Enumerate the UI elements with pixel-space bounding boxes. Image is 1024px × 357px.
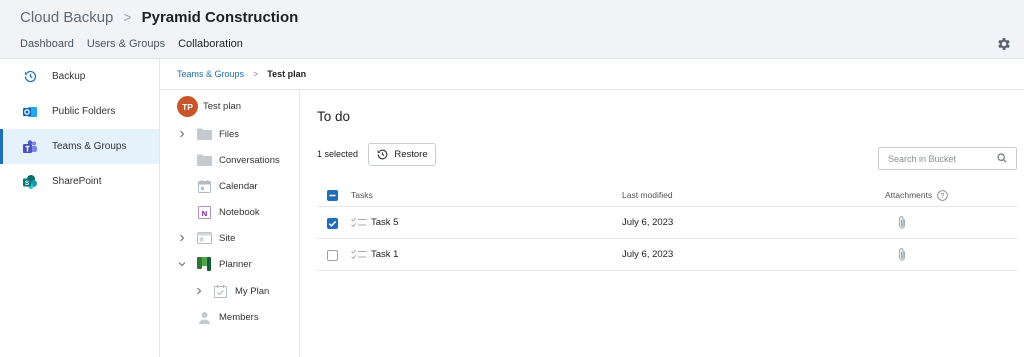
tree-item-label: Members — [219, 311, 259, 323]
tree-item-my-plan[interactable]: My Plan — [194, 282, 269, 300]
search-placeholder: Search in Bucket — [888, 153, 957, 164]
tree-item-notebook[interactable]: N Notebook — [196, 203, 260, 221]
column-header-tasks[interactable]: Tasks — [351, 184, 373, 206]
tree-root-test-plan[interactable]: TP Test plan — [177, 96, 241, 117]
planner-icon — [196, 257, 212, 271]
nav-tab-collaboration[interactable]: Collaboration — [178, 38, 243, 50]
tree-item-site[interactable]: Site — [177, 229, 235, 247]
avatar: TP — [177, 96, 198, 117]
breadcrumb-current: Test plan — [267, 69, 307, 79]
tree-item-label: Calendar — [219, 180, 258, 192]
sharepoint-icon: S — [22, 174, 38, 190]
page-title: To do — [317, 109, 351, 124]
sidebar-item-backup[interactable]: Backup — [0, 59, 159, 94]
svg-text:S: S — [25, 180, 30, 187]
task-name[interactable]: Task 5 — [371, 217, 398, 228]
main-panel: To do 1 selected Restore Search in Bucke… — [300, 90, 1024, 357]
restore-label: Restore — [394, 149, 428, 160]
tree-item-label: Notebook — [219, 206, 260, 218]
selection-count: 1 selected — [317, 149, 359, 159]
task-list-icon — [351, 249, 366, 260]
tree-item-conversations[interactable]: Conversations — [196, 151, 280, 169]
restore-button[interactable]: Restore — [368, 143, 436, 166]
tree-root-label: Test plan — [203, 101, 242, 112]
folder-icon — [196, 127, 212, 141]
tree-item-label: Site — [219, 232, 236, 244]
gear-icon[interactable] — [996, 36, 1012, 52]
select-all-checkbox[interactable] — [327, 190, 338, 201]
sidebar-item-label: Backup — [52, 71, 86, 82]
task-name[interactable]: Task 1 — [371, 249, 398, 260]
column-header-attachments[interactable]: Attachments ? — [885, 184, 949, 206]
sidebar-item-sharepoint[interactable]: S SharePoint — [0, 164, 159, 199]
top-navigation: Dashboard Users & Groups Collaboration — [20, 38, 256, 50]
outlook-icon — [22, 104, 38, 120]
app-breadcrumb: Cloud Backup > Pyramid Construction — [20, 7, 298, 27]
app-header: Cloud Backup > Pyramid Construction Dash… — [0, 0, 1024, 59]
row-checkbox[interactable] — [327, 250, 338, 261]
paperclip-icon[interactable] — [897, 239, 907, 270]
tree-item-files[interactable]: Files — [177, 125, 239, 143]
column-header-last-modified[interactable]: Last modified — [622, 184, 673, 206]
table-header: Tasks Last modified Attachments ? — [317, 184, 1017, 207]
svg-text:N: N — [201, 208, 206, 217]
nav-tab-users-groups[interactable]: Users & Groups — [87, 38, 165, 50]
task-name-cell: Task 5 — [351, 207, 398, 238]
person-icon — [196, 310, 212, 324]
table-row[interactable]: Task 1 July 6, 2023 — [317, 239, 1017, 271]
tree-item-planner[interactable]: Planner — [177, 255, 252, 273]
site-icon — [196, 231, 212, 245]
chevron-down-icon[interactable] — [177, 259, 187, 269]
sidebar-item-label: SharePoint — [52, 176, 102, 187]
history-icon — [22, 69, 38, 85]
sidebar-item-public-folders[interactable]: Public Folders — [0, 94, 159, 129]
search-icon[interactable] — [997, 153, 1007, 165]
tree-item-label: Conversations — [219, 154, 280, 166]
task-name-cell: Task 1 — [351, 239, 398, 270]
app-name-link[interactable]: Cloud Backup — [20, 9, 113, 26]
row-checkbox[interactable] — [327, 218, 338, 229]
paperclip-icon[interactable] — [897, 207, 907, 238]
sidebar-item-label: Public Folders — [52, 106, 116, 117]
breadcrumb-link-teams-groups[interactable]: Teams & Groups — [177, 69, 244, 79]
teams-icon — [22, 139, 38, 155]
folder-icon — [196, 153, 212, 167]
organization-name: Pyramid Construction — [141, 8, 299, 26]
table-row[interactable]: Task 5 July 6, 2023 — [317, 207, 1017, 239]
sidebar: Backup Public Folders Teams & Groups S S… — [0, 59, 160, 357]
chevron-right-icon[interactable] — [177, 129, 187, 139]
tree-item-label: Files — [219, 128, 240, 140]
chevron-right-icon[interactable] — [177, 233, 187, 243]
task-list-icon — [351, 217, 366, 228]
plan-icon — [212, 284, 228, 298]
last-modified-cell: July 6, 2023 — [622, 249, 674, 260]
chevron-right-icon[interactable] — [194, 286, 204, 296]
folder-tree: TP Test plan Files Conversations Calenda… — [160, 90, 300, 357]
tree-item-members[interactable]: Members — [196, 308, 259, 326]
calendar-icon — [196, 179, 212, 193]
breadcrumb-separator: > — [253, 69, 259, 79]
attachments-label: Attachments — [885, 190, 933, 200]
search-input[interactable]: Search in Bucket — [878, 147, 1017, 170]
content-breadcrumb: Teams & Groups > Test plan — [160, 59, 1024, 90]
sidebar-item-teams-groups[interactable]: Teams & Groups — [0, 129, 159, 164]
tree-item-calendar[interactable]: Calendar — [196, 177, 258, 195]
last-modified-cell: July 6, 2023 — [622, 217, 674, 228]
restore-icon — [376, 148, 389, 161]
svg-text:?: ? — [941, 193, 945, 200]
help-icon[interactable]: ? — [937, 189, 949, 201]
tree-item-label: My Plan — [235, 285, 270, 297]
onenote-icon: N — [196, 205, 212, 219]
sidebar-item-label: Teams & Groups — [52, 141, 127, 152]
tree-item-label: Planner — [219, 258, 252, 270]
breadcrumb-separator: > — [123, 9, 132, 25]
nav-tab-dashboard[interactable]: Dashboard — [20, 38, 74, 50]
